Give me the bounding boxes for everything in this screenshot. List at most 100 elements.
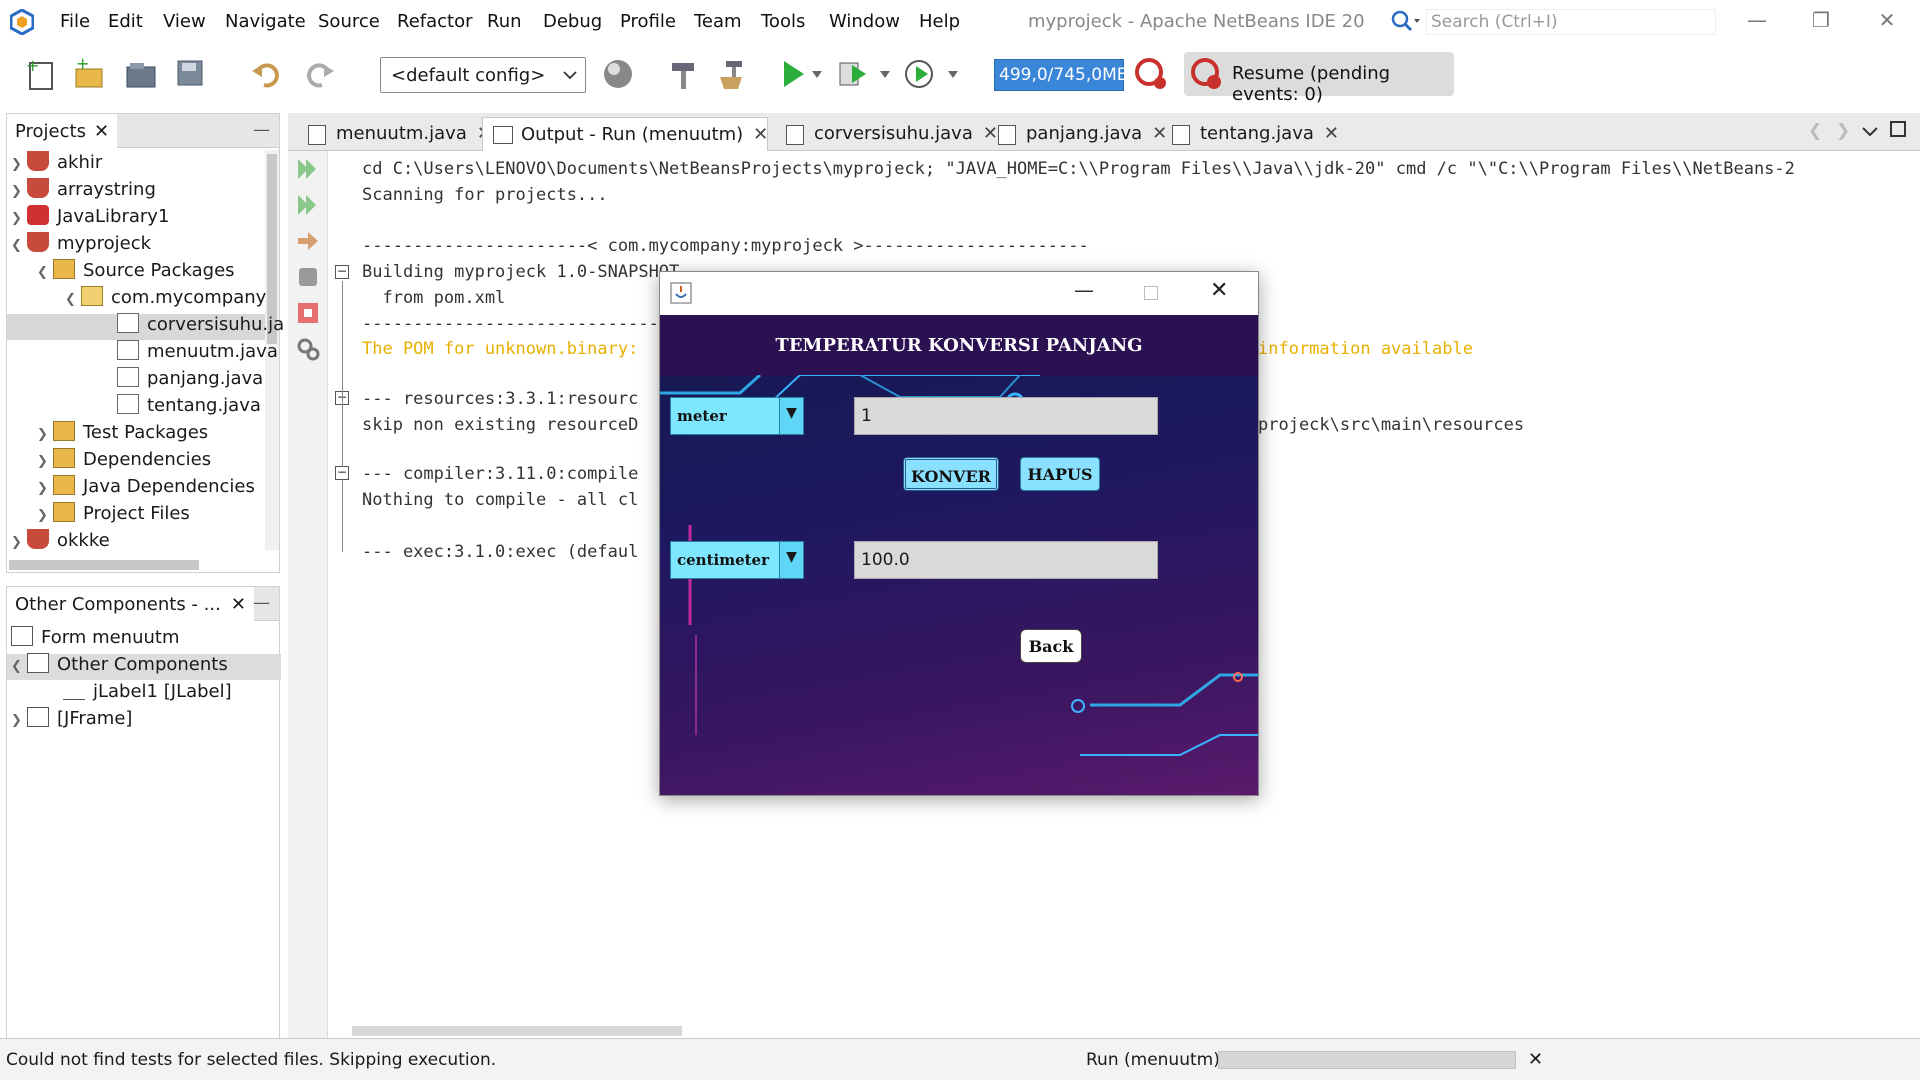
profile-dropdown-icon[interactable] (948, 71, 958, 79)
save-all-icon[interactable] (174, 57, 208, 91)
back-button[interactable]: Back (1020, 629, 1082, 663)
h-scrollbar[interactable] (9, 560, 199, 570)
debug-icon[interactable] (836, 57, 870, 91)
menu-view[interactable]: View (163, 11, 206, 32)
tree-item-arraystring[interactable]: ❯ arraystring (11, 178, 156, 205)
tree-item-panjang[interactable]: panjang.java (117, 367, 263, 394)
close-icon[interactable]: ✕ (1872, 8, 1902, 32)
tab-corversisuhu[interactable]: corversisuhu.java ✕ (776, 117, 998, 151)
profile-icon[interactable] (902, 57, 936, 91)
rerun-with-options-icon[interactable] (296, 193, 320, 217)
output-line: --- exec:3.1.0:exec (defaul (362, 542, 639, 562)
debug-dropdown-icon[interactable] (880, 71, 890, 79)
step-icon[interactable] (296, 229, 320, 253)
new-project-icon[interactable]: + (72, 57, 106, 91)
tree-item-test-packages[interactable]: ❯ Test Packages (37, 421, 208, 448)
resume-button[interactable]: Resume (pending events: 0) (1184, 52, 1454, 105)
dialog-titlebar[interactable]: — ✕ (660, 272, 1258, 315)
tree-item-myprojeck[interactable]: ❮ myprojeck (11, 232, 151, 259)
to-unit-select[interactable]: centimeter ▼ (670, 541, 804, 579)
close-icon[interactable]: ✕ (1324, 123, 1339, 144)
close-icon[interactable]: ✕ (1210, 278, 1228, 303)
build-hammer-icon[interactable] (666, 57, 700, 91)
h-scrollbar[interactable] (352, 1026, 682, 1036)
open-project-icon[interactable] (124, 57, 158, 91)
run-icon[interactable] (776, 57, 810, 91)
from-value-input[interactable]: 1 (854, 397, 1158, 435)
hapus-button[interactable]: HAPUS (1020, 457, 1100, 491)
tree-item-dependencies[interactable]: ❯ Dependencies (37, 448, 211, 475)
new-file-icon[interactable]: + (24, 57, 58, 91)
menu-debug[interactable]: Debug (543, 11, 602, 32)
menu-tools[interactable]: Tools (761, 11, 805, 32)
menu-refactor[interactable]: Refactor (397, 11, 473, 32)
search-input[interactable]: Search (Ctrl+I) (1426, 9, 1716, 35)
tab-panjang[interactable]: panjang.java ✕ (988, 117, 1167, 151)
tab-tentang[interactable]: tentang.java ✕ (1162, 117, 1339, 151)
gc-icon[interactable] (1134, 57, 1168, 91)
fold-line (342, 281, 343, 467)
tree-item-project-files[interactable]: ❯ Project Files (37, 502, 190, 529)
minimize-panel-icon[interactable]: — (253, 593, 270, 613)
tree-item-form[interactable]: Form menuutm (11, 626, 180, 653)
close-icon[interactable]: ✕ (753, 124, 768, 145)
tab-other-components[interactable]: Other Components - ... ✕ (7, 587, 254, 621)
to-value-output[interactable]: 100.0 (854, 541, 1158, 579)
gear-icon[interactable] (296, 337, 320, 361)
minimize-icon[interactable]: — (1742, 8, 1772, 32)
menu-navigate[interactable]: Navigate (225, 11, 306, 32)
cancel-task-icon[interactable]: ✕ (1528, 1049, 1543, 1070)
close-icon[interactable]: ✕ (94, 121, 109, 142)
menu-edit[interactable]: Edit (108, 11, 143, 32)
tree-item-com-mycompany[interactable]: ❮ com.mycompany (65, 286, 266, 313)
scroll-left-icon[interactable]: ❮ (1808, 121, 1822, 141)
menu-source[interactable]: Source (318, 11, 380, 32)
memory-indicator[interactable]: 499,0/745,0MB (994, 59, 1128, 91)
output-window-icon (493, 126, 513, 144)
tree-item-akhir[interactable]: ❯ akhir (11, 151, 102, 178)
maximize-icon[interactable] (1890, 121, 1906, 137)
menu-run[interactable]: Run (487, 11, 522, 32)
tree-item-source-packages[interactable]: ❮ Source Packages (37, 259, 235, 286)
minimize-icon[interactable]: — (1074, 278, 1094, 302)
tab-list-icon[interactable] (1862, 127, 1878, 137)
stop-icon[interactable] (296, 301, 320, 325)
tab-projects[interactable]: Projects ✕ (7, 114, 118, 148)
redo-icon[interactable] (302, 57, 336, 91)
fold-toggle-icon[interactable]: − (335, 466, 349, 480)
menu-window[interactable]: Window (829, 11, 900, 32)
browser-icon[interactable] (602, 57, 636, 91)
fold-toggle-icon[interactable]: − (335, 265, 349, 279)
menu-help[interactable]: Help (919, 11, 960, 32)
maximize-icon[interactable] (1144, 286, 1158, 300)
label-icon (63, 680, 85, 700)
tree-item-okkke[interactable]: ❯ okkke (11, 529, 110, 556)
clean-build-icon[interactable] (716, 57, 750, 91)
search-icon[interactable] (1390, 9, 1422, 33)
close-icon[interactable]: ✕ (231, 594, 246, 615)
restore-icon[interactable]: ❐ (1806, 8, 1836, 32)
java-form-icon (117, 340, 139, 360)
tree-item-tentang[interactable]: tentang.java (117, 394, 261, 421)
menu-team[interactable]: Team (694, 11, 742, 32)
tree-item-corversisuhu[interactable]: corversisuhu.ja (7, 313, 284, 340)
from-unit-select[interactable]: meter ▼ (670, 397, 804, 435)
menu-file[interactable]: File (60, 11, 90, 32)
run-dropdown-icon[interactable] (812, 71, 822, 79)
tree-item-java-dependencies[interactable]: ❯ Java Dependencies (37, 475, 255, 502)
rerun-icon[interactable] (296, 157, 320, 181)
menu-profile[interactable]: Profile (620, 11, 676, 32)
tree-item-javalibrary1[interactable]: ❯ JavaLibrary1 (11, 205, 169, 232)
tab-menuutm[interactable]: menuutm.java✕ (298, 117, 492, 151)
tree-item-menuutm[interactable]: menuutm.java (117, 340, 278, 367)
config-select[interactable]: <default config> (380, 57, 586, 93)
tree-item-jframe[interactable]: ❯ [JFrame] (11, 707, 132, 734)
tab-output[interactable]: Output - Run (menuutm) ✕ (482, 117, 768, 151)
undo-icon[interactable] (250, 57, 284, 91)
konver-button[interactable]: KONVER (903, 457, 999, 491)
tree-item-other-components[interactable]: ❮ Other Components (7, 653, 281, 680)
scroll-right-icon[interactable]: ❯ (1836, 121, 1850, 141)
tree-item-jlabel1[interactable]: jLabel1 [JLabel] (63, 681, 232, 707)
minimize-panel-icon[interactable]: — (253, 120, 270, 140)
settings-icon[interactable] (296, 265, 320, 289)
